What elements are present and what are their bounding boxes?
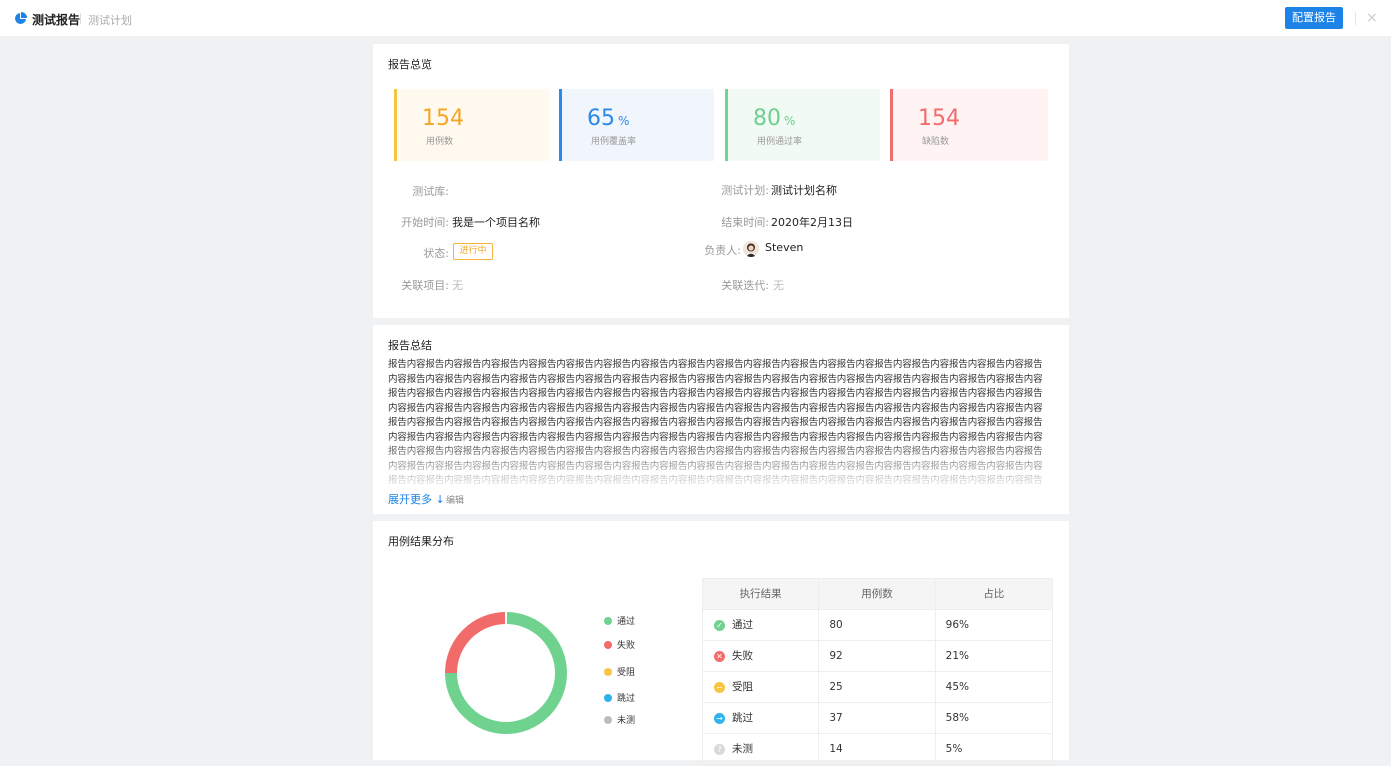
result-label: 跳过 [732, 711, 753, 724]
legend-dot [604, 640, 612, 649]
check-icon: ✓ [714, 619, 725, 631]
stat-label: 用例通过率 [757, 137, 803, 147]
result-label: 通过 [732, 618, 753, 631]
stat-value: 154 [422, 106, 464, 131]
minus-icon: − [714, 681, 725, 693]
button-divider [1355, 12, 1356, 25]
page-title: 测试报告 [32, 13, 81, 27]
legend-dot [604, 616, 612, 625]
table-row: ✕ 失败 92 21% [703, 640, 1052, 672]
stat-label: 用例覆盖率 [591, 137, 637, 147]
repo-label: 测试库: [412, 185, 449, 198]
stat-accent-bar [725, 89, 728, 161]
legend-dot [604, 667, 612, 676]
result-label: 受阻 [732, 680, 753, 693]
table-header-row: 执行结果 用例数 占比 [703, 578, 1052, 610]
stat-accent-bar [890, 89, 893, 161]
stat-accent-bar [559, 89, 562, 161]
stat-label: 缺陷数 [922, 137, 950, 147]
end-time-label: 结束时间: [721, 216, 769, 229]
legend-dot [604, 693, 612, 702]
close-icon[interactable]: × [1366, 10, 1378, 26]
count-cell: 92 [819, 640, 936, 672]
legend-item-pass[interactable]: 通过 [604, 614, 635, 627]
legend-item-fail[interactable]: 失败 [604, 638, 635, 651]
arrow-right-icon: → [714, 712, 725, 724]
start-time-value: 我是一个项目名称 [452, 216, 540, 229]
iteration-label: 关联迭代: [721, 279, 769, 292]
plan-value[interactable]: 测试计划名称 [771, 182, 837, 198]
header-ratio: 占比 [983, 587, 1005, 600]
legend-dot [604, 715, 612, 724]
distribution-card: 用例结果分布 通过 失败 受阻 跳过 未测 执行结果 用例数 占比 ✓ 通过 80… [373, 521, 1069, 766]
status-label: 状态: [423, 247, 449, 260]
stat-case-count: 154 用例数 [394, 89, 549, 161]
edit-link[interactable]: 编辑 [446, 493, 464, 506]
result-label: 失败 [732, 649, 753, 662]
project-value[interactable]: 无 [452, 277, 463, 293]
cross-icon: ✕ [714, 650, 725, 662]
summary-title: 报告总结 [388, 339, 432, 352]
stat-value: 80% [753, 106, 796, 131]
ratio-cell: 58% [945, 711, 970, 724]
count-cell: 14 [819, 734, 936, 765]
count-cell: 80 [819, 609, 936, 641]
start-time-label: 开始时间: [401, 216, 449, 229]
count-cell: 25 [819, 671, 936, 703]
summary-fade [388, 435, 1050, 489]
overview-title: 报告总览 [388, 58, 432, 71]
breadcrumb-test-plan[interactable]: 测试计划 [88, 12, 132, 28]
status-badge: 进行中 [453, 243, 493, 260]
ratio-cell: 5% [945, 743, 963, 755]
iteration-value[interactable]: 无 [773, 277, 784, 293]
project-label: 关联项目: [401, 279, 449, 292]
legend-item-skipped[interactable]: 跳过 [604, 691, 635, 704]
header-result: 执行结果 [703, 578, 820, 610]
owner-value: Steven [765, 241, 804, 254]
donut-slice-1[interactable] [445, 612, 507, 674]
ratio-cell: 21% [945, 649, 970, 662]
expand-more-link[interactable]: 展开更多 ↓ [388, 491, 445, 507]
stat-defect-count: 154 缺陷数 [890, 89, 1048, 161]
distribution-title: 用例结果分布 [388, 535, 454, 548]
count-cell: 37 [819, 702, 936, 734]
stat-value: 65% [587, 106, 630, 131]
result-label: 未测 [732, 743, 753, 755]
overview-card: 报告总览 154 用例数 65% 用例覆盖率 80% 用例通过率 154 缺陷数… [373, 44, 1069, 318]
owner-label: 负责人: [704, 244, 741, 257]
result-donut-chart [445, 611, 567, 734]
stat-label: 用例数 [426, 137, 454, 147]
stat-accent-bar [394, 89, 397, 161]
table-row: ✓ 通过 80 96% [703, 609, 1052, 641]
table-row: − 受阻 25 45% [703, 671, 1052, 703]
end-time-value: 2020年2月13日 [771, 216, 853, 229]
summary-card: 报告总结 报告内容报告内容报告内容报告内容报告内容报告内容报告内容报告内容报告内… [373, 325, 1069, 514]
question-icon: ? [714, 744, 725, 755]
stat-pass-rate: 80% 用例通过率 [725, 89, 880, 161]
stat-coverage: 65% 用例覆盖率 [559, 89, 714, 161]
header-count: 用例数 [819, 578, 936, 610]
table-row: ? 未测 14 5% [703, 734, 1052, 765]
plan-label: 测试计划: [721, 184, 769, 197]
report-chart-icon [15, 12, 27, 24]
config-report-button[interactable]: 配置报告 [1285, 7, 1343, 29]
result-table: 执行结果 用例数 占比 ✓ 通过 80 96% ✕ 失败 92 21% − 受阻 25… [702, 578, 1053, 766]
stat-value: 154 [918, 106, 960, 131]
top-bar: 测试报告 测试计划 配置报告 × [0, 0, 1391, 36]
legend-item-blocked[interactable]: 受阻 [604, 665, 635, 678]
ratio-cell: 45% [945, 680, 970, 693]
title-divider [80, 13, 81, 24]
ratio-cell: 96% [945, 618, 970, 631]
avatar [743, 241, 759, 257]
legend-item-untested[interactable]: 未测 [604, 713, 635, 726]
table-row: → 跳过 37 58% [703, 702, 1052, 734]
